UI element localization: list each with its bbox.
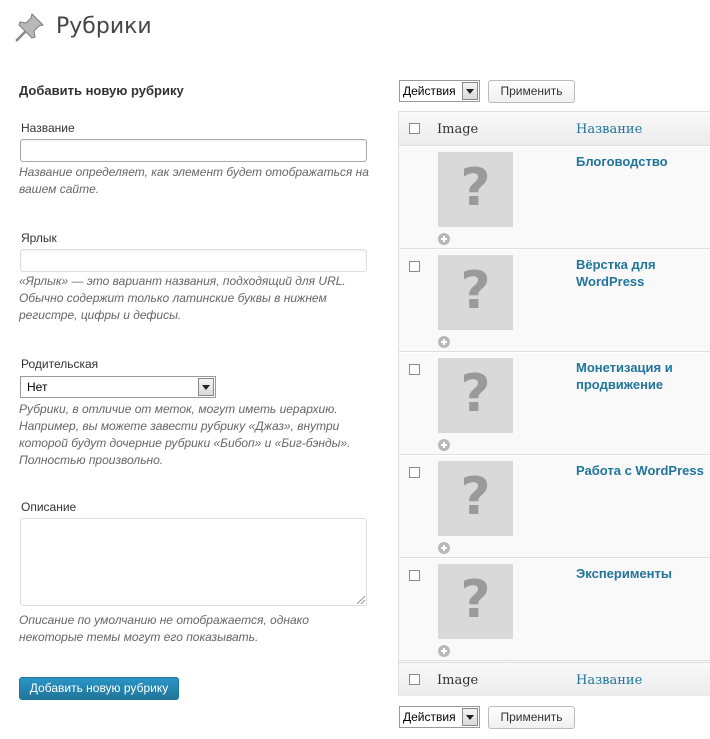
- column-header-name[interactable]: Название: [576, 122, 642, 137]
- categories-table: Image Название ? Блоговодство ? Вёрстка …: [398, 111, 710, 696]
- add-image-icon[interactable]: [438, 233, 450, 245]
- question-mark-icon: ?: [460, 261, 491, 321]
- add-category-button[interactable]: Добавить новую рубрику: [19, 677, 179, 700]
- apply-button[interactable]: Применить: [488, 706, 575, 729]
- table-row: ? Вёрстка для WordPress: [399, 249, 710, 352]
- category-image-placeholder[interactable]: ?: [438, 358, 513, 433]
- bulk-action-select[interactable]: Действия: [399, 80, 480, 102]
- table-row: ? Монетизация и продвижение: [399, 352, 710, 455]
- category-image-placeholder[interactable]: ?: [438, 255, 513, 330]
- add-image-icon[interactable]: [438, 336, 450, 348]
- add-category-form: Добавить новую рубрику Название Название…: [0, 0, 390, 739]
- table-row: ? Блоговодство: [399, 146, 710, 249]
- select-all-checkbox[interactable]: [409, 674, 420, 685]
- select-all-checkbox[interactable]: [409, 123, 420, 134]
- question-mark-icon: ?: [460, 364, 491, 424]
- category-image-placeholder[interactable]: ?: [438, 152, 513, 227]
- description-textarea[interactable]: [20, 518, 367, 606]
- parent-help-text: Рубрики, в отличие от меток, могут иметь…: [19, 402, 351, 467]
- resize-grip-icon[interactable]: [357, 596, 365, 604]
- form-heading: Добавить новую рубрику: [19, 83, 184, 98]
- slug-label: Ярлык: [21, 231, 57, 245]
- description-help-text: Описание по умолчанию не отображается, о…: [19, 613, 309, 644]
- slug-input[interactable]: [20, 249, 367, 272]
- chevron-down-icon[interactable]: [462, 82, 478, 100]
- slug-help-text: «Ярлык» — это вариант названия, подходящ…: [19, 274, 346, 322]
- bulk-action-select[interactable]: Действия: [399, 706, 480, 728]
- name-input[interactable]: [20, 139, 367, 162]
- add-image-icon[interactable]: [438, 542, 450, 554]
- table-header: Image Название: [399, 112, 710, 146]
- category-name-link[interactable]: Вёрстка для WordPress: [576, 256, 706, 290]
- add-image-icon[interactable]: [438, 645, 450, 657]
- row-checkbox[interactable]: [409, 467, 420, 478]
- category-name-link[interactable]: Работа с WordPress: [576, 462, 706, 479]
- question-mark-icon: ?: [460, 158, 491, 218]
- category-image-placeholder[interactable]: ?: [438, 461, 513, 536]
- column-footer-image: Image: [437, 673, 479, 688]
- table-footer: Image Название: [399, 662, 710, 696]
- column-header-image: Image: [437, 122, 479, 137]
- bulk-action-value: Действия: [403, 710, 456, 724]
- question-mark-icon: ?: [460, 570, 491, 630]
- add-image-icon[interactable]: [438, 439, 450, 451]
- chevron-down-icon[interactable]: [462, 708, 478, 726]
- column-footer-name[interactable]: Название: [576, 673, 642, 688]
- category-name-link[interactable]: Эксперименты: [576, 565, 706, 582]
- question-mark-icon: ?: [460, 467, 491, 527]
- apply-button[interactable]: Применить: [488, 80, 575, 103]
- table-row: ? Эксперименты: [399, 558, 710, 661]
- table-row: ? Работа с WordPress: [399, 455, 710, 558]
- parent-label: Родительская: [21, 357, 99, 371]
- chevron-down-icon[interactable]: [198, 378, 214, 396]
- name-label: Название: [21, 121, 75, 135]
- parent-select-value: Нет: [27, 380, 48, 394]
- bulk-action-value: Действия: [403, 84, 456, 98]
- row-checkbox[interactable]: [409, 261, 420, 272]
- parent-select[interactable]: Нет: [20, 376, 216, 398]
- name-help-text: Название определяет, как элемент будет о…: [19, 165, 369, 196]
- description-label: Описание: [21, 500, 77, 514]
- category-name-link[interactable]: Монетизация и продвижение: [576, 359, 706, 393]
- category-image-placeholder[interactable]: ?: [438, 564, 513, 639]
- row-checkbox[interactable]: [409, 364, 420, 375]
- row-checkbox[interactable]: [409, 570, 420, 581]
- bulk-actions-top: Действия Применить: [399, 80, 699, 104]
- category-name-link[interactable]: Блоговодство: [576, 153, 706, 170]
- bulk-actions-bottom: Действия Применить: [399, 706, 699, 730]
